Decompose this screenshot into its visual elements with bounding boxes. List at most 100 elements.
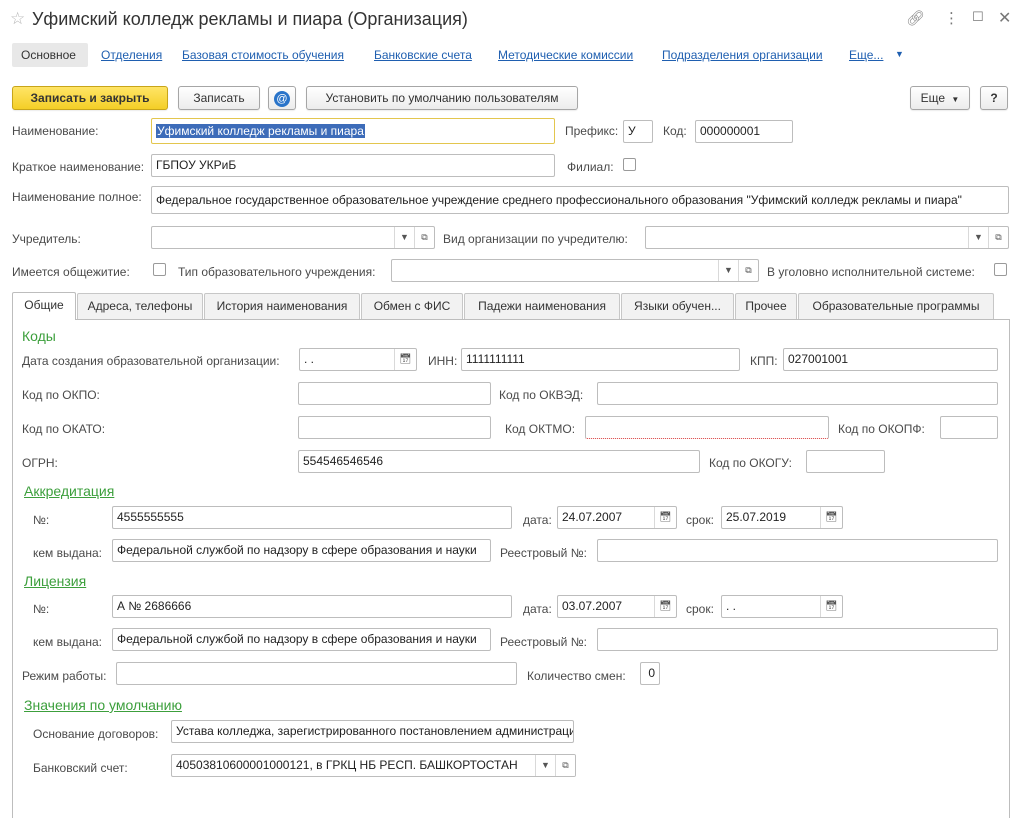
nav-item-main-label: Основное	[21, 48, 76, 62]
defaults-section-title: Значения по умолчанию	[24, 697, 182, 713]
full-name-label: Наименование полное:	[12, 190, 142, 204]
nav-item-method-commissions[interactable]: Методические комиссии	[498, 48, 633, 62]
maximize-icon[interactable]: ☐	[972, 9, 984, 25]
more-actions-button[interactable]: Еще ▼	[910, 86, 970, 110]
created-date-label: Дата создания образовательной организаци…	[22, 354, 280, 368]
okogu-label: Код по ОКОГУ:	[709, 456, 792, 470]
org-kind-input[interactable]: ▼ ⧉	[645, 226, 1009, 249]
accreditation-num-label: №:	[33, 513, 50, 527]
bank-account-open-icon[interactable]: ⧉	[555, 755, 575, 776]
tab-addresses[interactable]: Адреса, телефоны	[77, 293, 203, 319]
okpo-input[interactable]	[298, 382, 491, 405]
okpo-label: Код по ОКПО:	[22, 388, 100, 402]
set-default-button[interactable]: Установить по умолчанию пользователям	[306, 86, 578, 110]
calendar-icon[interactable]: 📅︎	[394, 349, 416, 370]
bank-account-dropdown-icon[interactable]: ▼	[535, 755, 555, 776]
org-kind-dropdown-icon[interactable]: ▼	[968, 227, 988, 248]
okopf-input[interactable]	[940, 416, 998, 439]
penal-checkbox[interactable]	[994, 263, 1007, 276]
license-num-input[interactable]: А № 2686666	[112, 595, 512, 618]
branch-checkbox[interactable]	[623, 158, 636, 171]
oktmo-label: Код ОКТМО:	[505, 422, 576, 436]
name-input[interactable]: Уфимский колледж рекламы и пиара	[151, 118, 555, 144]
favorite-star-icon[interactable]: ☆	[10, 9, 25, 29]
license-section-title: Лицензия	[24, 573, 87, 589]
nav-item-subdivisions[interactable]: Подразделения организации	[662, 48, 823, 62]
accreditation-date-input[interactable]: 24.07.2007 📅︎	[557, 506, 677, 529]
license-term-input[interactable]: . . 📅︎	[721, 595, 843, 618]
license-issuer-input[interactable]: Федеральной службой по надзору в сфере о…	[112, 628, 491, 651]
tab-languages[interactable]: Языки обучен...	[621, 293, 734, 319]
okved-input[interactable]	[597, 382, 998, 405]
link-icon[interactable]: 🔗︎	[906, 9, 925, 27]
accreditation-term-label: срок:	[686, 513, 714, 527]
bank-account-value: 40503810600001000121, в ГРКЦ НБ РЕСП. БА…	[176, 758, 518, 772]
nav-item-base-cost[interactable]: Базовая стоимость обучения	[182, 48, 344, 62]
inn-input[interactable]: 1111111111	[461, 348, 740, 371]
license-reg-input[interactable]	[597, 628, 998, 651]
accreditation-num-input[interactable]: 4555555555	[112, 506, 512, 529]
edu-type-dropdown-icon[interactable]: ▼	[718, 260, 738, 281]
prefix-input[interactable]: У	[623, 120, 653, 143]
prefix-label: Префикс:	[565, 124, 619, 138]
tab-edu-programs[interactable]: Образовательные программы	[798, 293, 994, 319]
accreditation-reg-input[interactable]	[597, 539, 998, 562]
code-input[interactable]: 000000001	[695, 120, 793, 143]
short-name-input[interactable]: ГБПОУ УКРиБ	[151, 154, 555, 177]
created-date-value: . .	[304, 352, 315, 366]
accreditation-term-input[interactable]: 25.07.2019 📅︎	[721, 506, 843, 529]
name-label: Наименование:	[12, 124, 99, 138]
created-date-input[interactable]: . . 📅︎	[299, 348, 417, 371]
branch-label: Филиал:	[567, 160, 614, 174]
tab-other[interactable]: Прочее	[735, 293, 797, 319]
license-issuer-label: кем выдана:	[33, 635, 102, 649]
shifts-input[interactable]: 0	[640, 662, 660, 685]
nav-item-bank-accounts[interactable]: Банковские счета	[374, 48, 472, 62]
tab-general[interactable]: Общие	[12, 292, 76, 320]
nav-item-departments[interactable]: Отделения	[101, 48, 162, 62]
edu-type-label: Тип образовательного учреждения:	[178, 265, 376, 279]
work-mode-input[interactable]	[116, 662, 517, 685]
bank-account-input[interactable]: 40503810600001000121, в ГРКЦ НБ РЕСП. БА…	[171, 754, 576, 777]
save-button[interactable]: Записать	[178, 86, 260, 110]
okato-input[interactable]	[298, 416, 491, 439]
kpp-input[interactable]: 027001001	[783, 348, 998, 371]
calendar-icon[interactable]: 📅︎	[654, 596, 676, 617]
accreditation-date-value: 24.07.2007	[562, 510, 623, 524]
accreditation-reg-label: Реестровый №:	[500, 546, 587, 560]
email-button[interactable]: @	[268, 86, 296, 110]
dorm-checkbox[interactable]	[153, 263, 166, 276]
edu-type-open-icon[interactable]: ⧉	[738, 260, 758, 281]
calendar-icon[interactable]: 📅︎	[820, 596, 842, 617]
calendar-icon[interactable]: 📅︎	[654, 507, 676, 528]
edu-type-input[interactable]: ▼ ⧉	[391, 259, 759, 282]
org-kind-label: Вид организации по учредителю:	[443, 232, 628, 246]
founder-open-icon[interactable]: ⧉	[414, 227, 434, 248]
basis-input[interactable]: Устава колледжа, зарегистрированного пос…	[171, 720, 574, 743]
tab-fis-exchange[interactable]: Обмен с ФИС	[361, 293, 463, 319]
full-name-value: Федеральное государственное образователь…	[156, 193, 962, 207]
full-name-input[interactable]: Федеральное государственное образователь…	[151, 186, 1009, 214]
tab-name-history[interactable]: История наименования	[204, 293, 360, 319]
tab-name-cases[interactable]: Падежи наименования	[464, 293, 620, 319]
ogrn-input[interactable]: 554546546546	[298, 450, 700, 473]
kebab-menu-icon[interactable]: ⋮	[944, 9, 959, 27]
license-date-input[interactable]: 03.07.2007 📅︎	[557, 595, 677, 618]
founder-input[interactable]: ▼ ⧉	[151, 226, 435, 249]
license-reg-label: Реестровый №:	[500, 635, 587, 649]
founder-dropdown-icon[interactable]: ▼	[394, 227, 414, 248]
nav-item-more[interactable]: Еще...	[849, 48, 883, 62]
oktmo-input[interactable]	[585, 416, 829, 439]
okopf-label: Код по ОКОПФ:	[838, 422, 925, 436]
license-date-label: дата:	[523, 602, 552, 616]
close-icon[interactable]: ✕	[998, 8, 1011, 28]
chevron-down-icon[interactable]: ▼	[895, 49, 904, 59]
okogu-input[interactable]	[806, 450, 885, 473]
calendar-icon[interactable]: 📅︎	[820, 507, 842, 528]
shifts-label: Количество смен:	[527, 669, 626, 683]
help-button[interactable]: ?	[980, 86, 1008, 110]
org-kind-open-icon[interactable]: ⧉	[988, 227, 1008, 248]
accreditation-issuer-input[interactable]: Федеральной службой по надзору в сфере о…	[112, 539, 491, 562]
save-and-close-button[interactable]: Записать и закрыть	[12, 86, 168, 110]
penal-label: В уголовно исполнительной системе:	[767, 265, 975, 279]
